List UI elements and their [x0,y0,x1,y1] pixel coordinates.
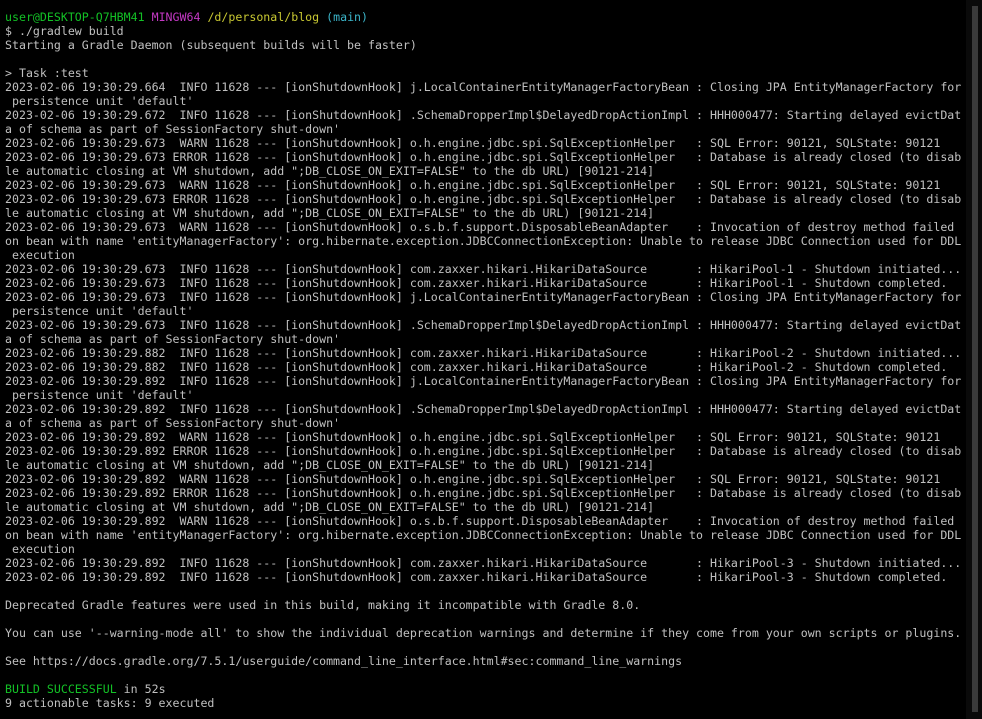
output-line: 2023-02-06 19:30:29.892 INFO 11628 --- [… [5,556,962,570]
output-line: You can use '--warning-mode all' to show… [5,626,962,640]
output-line: Starting a Gradle Daemon (subsequent bui… [5,38,417,52]
output-line: persistence unit 'default' [5,304,194,318]
output-line: 2023-02-06 19:30:29.673 INFO 11628 --- [… [5,276,948,290]
output-line: 2023-02-06 19:30:29.882 INFO 11628 --- [… [5,360,948,374]
output-line: persistence unit 'default' [5,94,194,108]
output-line: Deprecated Gradle features were used in … [5,598,641,612]
scrollbar[interactable] [966,0,982,719]
output-line: a of schema as part of SessionFactory sh… [5,122,341,136]
terminal-output: user@DESKTOP-Q7HBM41 MINGW64 /d/personal… [5,10,967,710]
output-line: 2023-02-06 19:30:29.892 WARN 11628 --- [… [5,472,941,486]
output-line: a of schema as part of SessionFactory sh… [5,332,341,346]
output-line: 2023-02-06 19:30:29.672 INFO 11628 --- [… [5,108,962,122]
output-line: a of schema as part of SessionFactory sh… [5,416,341,430]
output-line: persistence unit 'default' [5,388,194,402]
output-line: le automatic closing at VM shutdown, add… [5,458,655,472]
prompt-path: /d/personal/blog [207,10,320,24]
output-line: le automatic closing at VM shutdown, add… [5,164,655,178]
prompt-branch: (main) [326,10,369,24]
build-status: BUILD SUCCESSFUL [5,682,117,696]
output-line: on bean with name 'entityManagerFactory'… [5,528,962,542]
output-line: 2023-02-06 19:30:29.892 INFO 11628 --- [… [5,374,962,388]
terminal-window[interactable]: user@DESKTOP-Q7HBM41 MINGW64 /d/personal… [0,0,982,719]
output-line: le automatic closing at VM shutdown, add… [5,500,655,514]
output-line: le automatic closing at VM shutdown, add… [5,206,655,220]
output-line: 2023-02-06 19:30:29.664 INFO 11628 --- [… [5,80,962,94]
tasks-summary: 9 actionable tasks: 9 executed [5,696,215,710]
output-line: 2023-02-06 19:30:29.892 INFO 11628 --- [… [5,570,948,584]
prompt-shell: MINGW64 [151,10,201,24]
build-duration: in 52s [116,682,166,696]
output-line: 2023-02-06 19:30:29.673 INFO 11628 --- [… [5,290,962,304]
output-lines: Starting a Gradle Daemon (subsequent bui… [5,38,967,682]
output-line: 2023-02-06 19:30:29.673 WARN 11628 --- [… [5,136,941,150]
shell-prompt: user@DESKTOP-Q7HBM41 MINGW64 /d/personal… [5,10,967,24]
output-line: 2023-02-06 19:30:29.673 WARN 11628 --- [… [5,178,941,192]
scrollbar-thumb[interactable] [972,6,978,712]
output-line: 2023-02-06 19:30:29.673 INFO 11628 --- [… [5,318,962,332]
output-line: See https://docs.gradle.org/7.5.1/usergu… [5,654,683,668]
output-line: on bean with name 'entityManagerFactory'… [5,234,962,248]
output-line: 2023-02-06 19:30:29.892 WARN 11628 --- [… [5,430,941,444]
output-line: 2023-02-06 19:30:29.892 WARN 11628 --- [… [5,514,955,528]
output-line: 2023-02-06 19:30:29.882 INFO 11628 --- [… [5,346,962,360]
output-line: execution [5,542,75,556]
output-line: 2023-02-06 19:30:29.892 ERROR 11628 --- … [5,486,962,500]
build-result: BUILD SUCCESSFUL in 52s [5,682,967,696]
output-line: 2023-02-06 19:30:29.892 ERROR 11628 --- … [5,444,962,458]
output-line: 2023-02-06 19:30:29.673 ERROR 11628 --- … [5,192,962,206]
command-line: $ ./gradlew build [5,24,124,38]
prompt-user-host: user@DESKTOP-Q7HBM41 [5,10,145,24]
output-line: 2023-02-06 19:30:29.673 WARN 11628 --- [… [5,220,955,234]
output-line: 2023-02-06 19:30:29.892 INFO 11628 --- [… [5,402,962,416]
output-line: execution [5,248,75,262]
output-line: 2023-02-06 19:30:29.673 INFO 11628 --- [… [5,262,962,276]
output-line: > Task :test [5,66,89,80]
output-line: 2023-02-06 19:30:29.673 ERROR 11628 --- … [5,150,962,164]
